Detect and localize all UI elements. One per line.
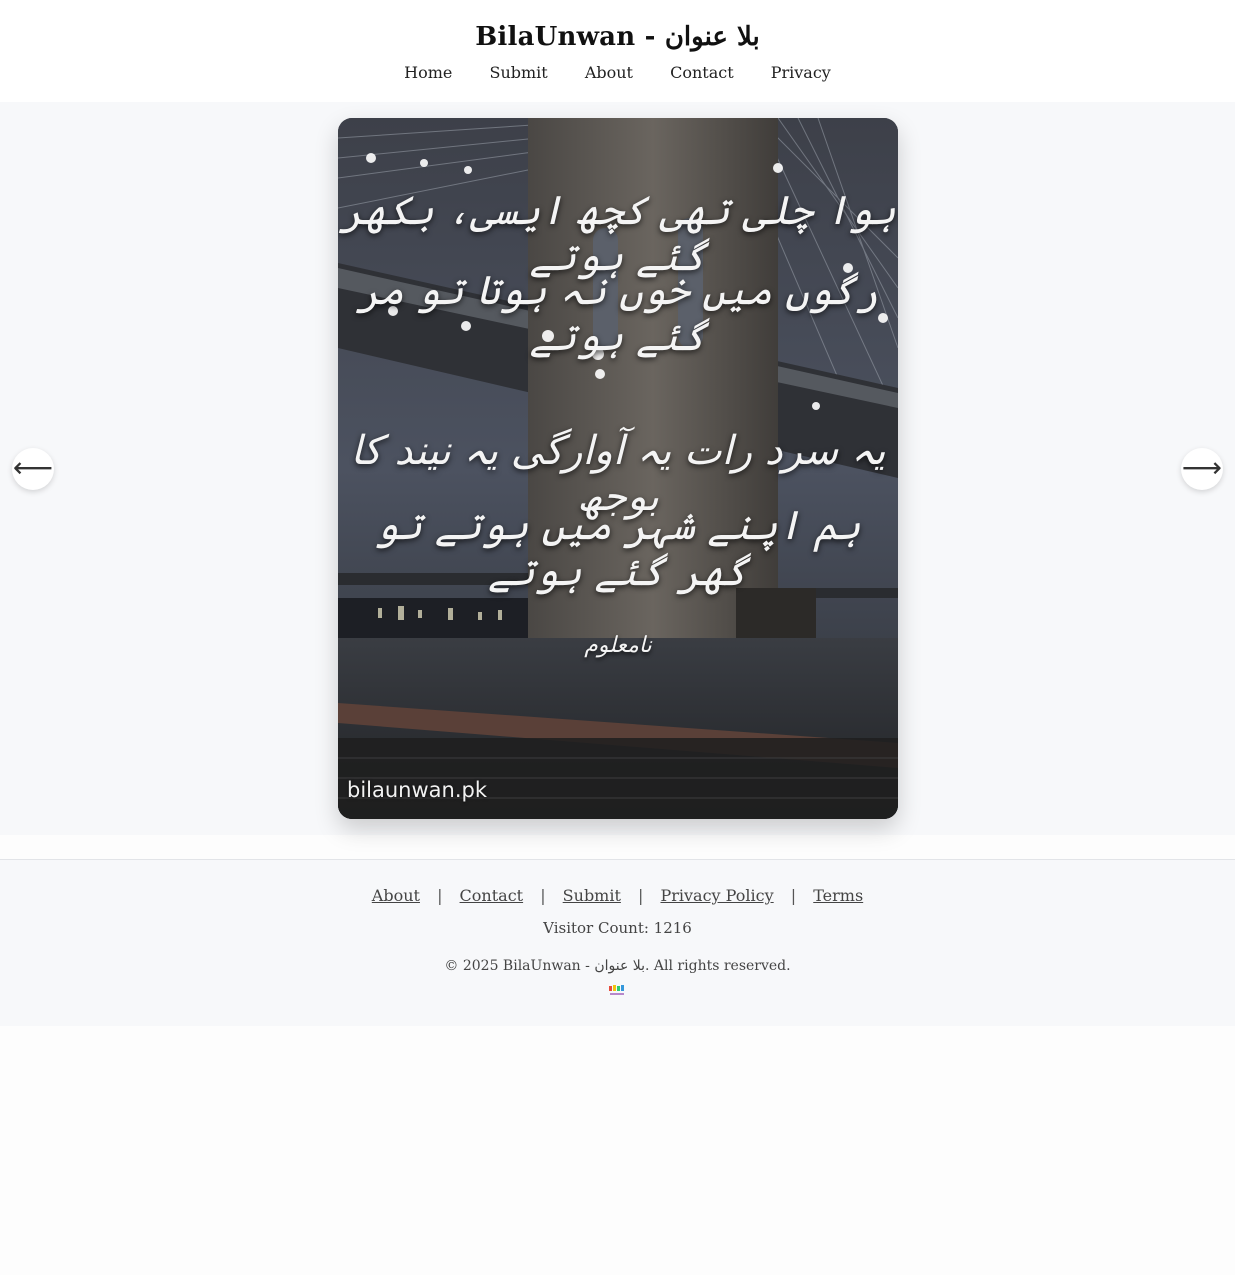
footer-link-submit[interactable]: Submit — [563, 886, 621, 905]
site-footer: About | Contact | Submit | Privacy Polic… — [0, 859, 1235, 1026]
separator: | — [638, 886, 644, 905]
separator: | — [790, 886, 797, 905]
nav-submit[interactable]: Submit — [489, 63, 547, 82]
footer-link-privacy-policy[interactable]: Privacy Policy — [660, 886, 773, 905]
footer-links: About | Contact | Submit | Privacy Polic… — [0, 886, 1235, 905]
poem-line-2: رگوں میں خوں نہ ہوتا تو مر گئے ہوتے — [357, 268, 879, 360]
site-header: BilaUnwan - بلا عنوان Home Submit About … — [0, 0, 1235, 102]
visitor-count: Visitor Count: 1216 — [543, 919, 692, 937]
site-logo-icon — [609, 985, 624, 995]
main-nav: Home Submit About Contact Privacy — [0, 63, 1235, 82]
poem-line-4: ہم اپنے شہر میں ہوتے تو گھر گئے ہوتے — [375, 503, 861, 595]
footer-link-terms[interactable]: Terms — [813, 886, 863, 905]
footer-link-contact[interactable]: Contact — [460, 886, 524, 905]
copyright-text: © 2025 BilaUnwan - بلا عنوان. All rights… — [444, 958, 791, 974]
nav-privacy[interactable]: Privacy — [771, 63, 831, 82]
nav-contact[interactable]: Contact — [670, 63, 734, 82]
arrow-left-icon[interactable]: ⟵ — [12, 448, 54, 490]
site-title[interactable]: BilaUnwan - بلا عنوان — [0, 22, 1235, 52]
footer-link-about[interactable]: About — [372, 886, 420, 905]
watermark-text: bilaunwan.pk — [347, 778, 488, 802]
poem-line-1: ہوا چلی تھی کچھ ایسی، بکھر گئے ہوتے — [340, 188, 896, 280]
poet-name: نامعلوم — [584, 633, 652, 658]
separator: | — [540, 886, 546, 905]
poetry-image-card[interactable]: ہوا چلی تھی کچھ ایسی، بکھر گئے ہوتے رگوں… — [338, 118, 898, 819]
nav-about[interactable]: About — [585, 63, 633, 82]
nav-home[interactable]: Home — [404, 63, 452, 82]
separator: | — [437, 886, 443, 905]
arrow-right-icon[interactable]: ⟶ — [1181, 448, 1223, 490]
